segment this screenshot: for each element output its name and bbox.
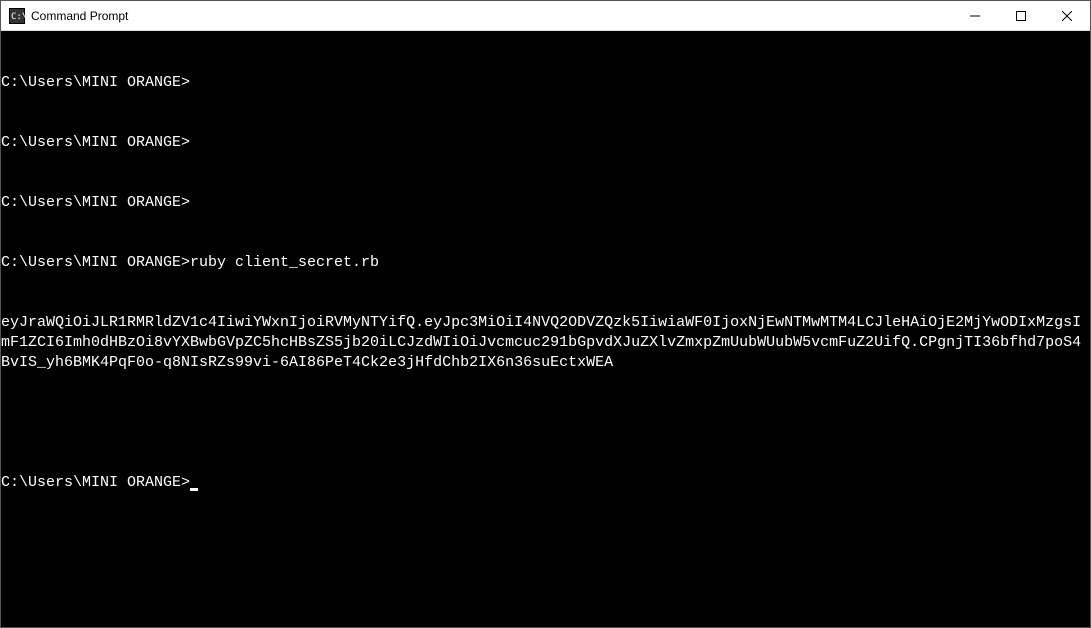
terminal-output[interactable]: C:\Users\MINI ORANGE> C:\Users\MINI ORAN…: [1, 31, 1090, 627]
titlebar[interactable]: C:\ Command Prompt: [1, 1, 1090, 31]
blank-line: [1, 413, 1090, 433]
window-controls: [952, 1, 1090, 30]
terminal-line: C:\Users\MINI ORANGE>: [1, 73, 1090, 93]
terminal-line: C:\Users\MINI ORANGE>ruby client_secret.…: [1, 253, 1090, 273]
command-prompt-window: C:\ Command Prompt C:\Users\MINI ORANGE>…: [0, 0, 1091, 628]
minimize-button[interactable]: [952, 1, 998, 31]
cursor: [190, 488, 198, 491]
terminal-line: C:\Users\MINI ORANGE>: [1, 133, 1090, 153]
cmd-icon: C:\: [9, 8, 25, 24]
terminal-prompt-line: C:\Users\MINI ORANGE>: [1, 473, 1090, 493]
prompt-text: C:\Users\MINI ORANGE>: [1, 474, 190, 491]
svg-text:C:\: C:\: [11, 12, 25, 22]
terminal-line: eyJraWQiOiJLR1RMRldZV1c4IiwiYWxnIjoiRVMy…: [1, 313, 1090, 373]
close-button[interactable]: [1044, 1, 1090, 31]
maximize-button[interactable]: [998, 1, 1044, 31]
window-title: Command Prompt: [31, 9, 952, 23]
terminal-line: C:\Users\MINI ORANGE>: [1, 193, 1090, 213]
